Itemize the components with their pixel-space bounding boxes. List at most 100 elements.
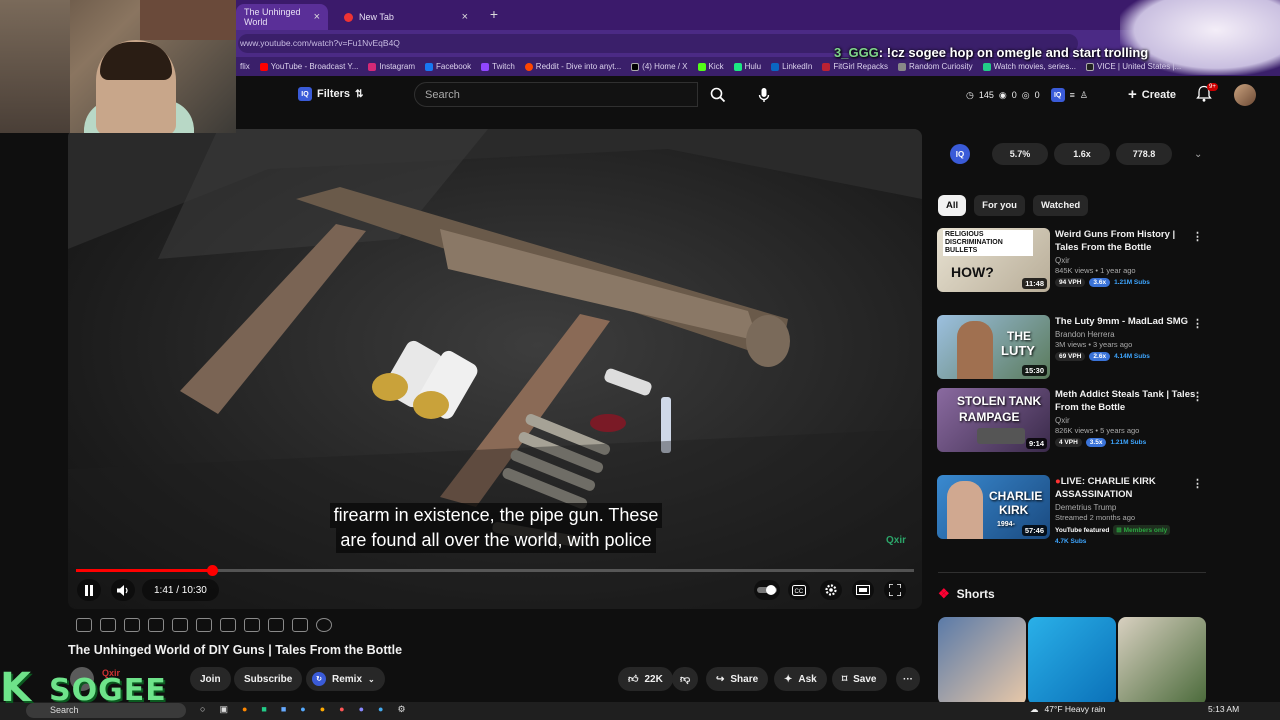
- bookmark-random-curiosity[interactable]: Random Curiosity: [898, 62, 973, 71]
- more-vert-icon[interactable]: ⋮: [1192, 317, 1203, 330]
- media-app-icon[interactable]: ●: [339, 704, 344, 715]
- create-button[interactable]: + Create: [1128, 86, 1176, 103]
- filters-button[interactable]: IQ Filters ⇅: [298, 87, 363, 101]
- bookmark-facebook[interactable]: Facebook: [424, 62, 471, 71]
- recommendation-channel[interactable]: Demetrius Trump: [1055, 503, 1197, 512]
- spreadsheet-app-icon[interactable]: ■: [261, 704, 266, 715]
- streamer-logo: K SOGEE: [0, 668, 167, 708]
- speed-icon[interactable]: [220, 618, 236, 632]
- audio-icon[interactable]: [100, 618, 116, 632]
- recommendation-title[interactable]: ●LIVE: CHARLIE KIRK ASSASSINATION: [1055, 475, 1197, 501]
- browser-app-icon[interactable]: ●: [242, 704, 247, 715]
- recommendation-item[interactable]: RELIGIOUS DISCRIMINATION BULLETS HOW? 11…: [937, 228, 1207, 292]
- bookmark-fitgirl[interactable]: FitGirl Repacks: [822, 62, 888, 71]
- windows-app-icon[interactable]: ▣: [219, 704, 228, 715]
- channel-watermark[interactable]: Qxir: [886, 535, 906, 546]
- ask-button[interactable]: ✦ Ask: [774, 667, 827, 691]
- bookmark-instagram[interactable]: Instagram: [368, 62, 415, 71]
- recommendation-channel[interactable]: Qxir: [1055, 256, 1197, 265]
- iq-logo-icon[interactable]: IQ: [950, 144, 970, 164]
- close-icon[interactable]: ×: [314, 11, 320, 23]
- pause-button[interactable]: [77, 579, 101, 601]
- recommendation-item[interactable]: THE LUTY 15:30 The Luty 9mm - MadLad SMG…: [937, 315, 1207, 379]
- trophy-icon[interactable]: ♙: [1080, 90, 1088, 101]
- bookmark-kick[interactable]: Kick: [697, 62, 724, 71]
- more-vert-icon[interactable]: ⋮: [1192, 477, 1203, 490]
- layout-icon[interactable]: [244, 618, 260, 632]
- recommendation-item[interactable]: CHARLIE KIRK 1994- 57:46 ●LIVE: CHARLIE …: [937, 475, 1207, 555]
- subscribe-button[interactable]: Subscribe: [234, 667, 303, 691]
- short-thumbnail[interactable]: [1028, 617, 1116, 705]
- short-thumbnail[interactable]: [1118, 617, 1206, 705]
- new-tab-plus-icon[interactable]: +: [486, 6, 502, 22]
- more-vert-icon[interactable]: ⋮: [1192, 230, 1203, 243]
- recommendation-channel[interactable]: Brandon Herrera: [1055, 330, 1197, 339]
- video-thumbnail[interactable]: THE LUTY 15:30: [937, 315, 1050, 379]
- progress-bar[interactable]: [76, 569, 914, 572]
- crop-icon[interactable]: [292, 618, 308, 632]
- calendar-icon[interactable]: [148, 618, 164, 632]
- settings-app-icon[interactable]: ⚙: [397, 704, 405, 715]
- theater-icon[interactable]: [196, 618, 212, 632]
- chip-watched[interactable]: Watched: [1032, 195, 1089, 216]
- more-vert-icon[interactable]: ⋮: [1192, 390, 1203, 403]
- close-icon[interactable]: ×: [462, 11, 468, 23]
- recommendation-channel[interactable]: Qxir: [1055, 416, 1197, 425]
- loop-icon[interactable]: [76, 618, 92, 632]
- video-thumbnail[interactable]: STOLEN TANK RAMPAGE 9:14: [937, 388, 1050, 452]
- mail-app-icon[interactable]: ●: [300, 704, 305, 715]
- folder-app-icon[interactable]: ■: [281, 704, 286, 715]
- taskbar-clock[interactable]: 5:13 AM: [1208, 704, 1239, 714]
- settings-button[interactable]: [820, 580, 842, 600]
- chip-for-you[interactable]: For you: [974, 195, 1025, 216]
- share-button[interactable]: ↪ Share: [706, 667, 769, 691]
- video-thumbnail[interactable]: RELIGIOUS DISCRIMINATION BULLETS HOW? 11…: [937, 228, 1050, 292]
- picture-in-picture-icon[interactable]: [172, 618, 188, 632]
- bookmark-twitch[interactable]: Twitch: [481, 62, 515, 71]
- tab-new-tab[interactable]: New Tab ×: [336, 4, 476, 30]
- bookmark-reddit[interactable]: Reddit - Dive into anyt...: [524, 62, 621, 71]
- bookmark-linkedin[interactable]: LinkedIn: [771, 62, 812, 71]
- equalizer-icon[interactable]: [124, 618, 140, 632]
- extension-stats[interactable]: ◷ 145 ◉ 0 ◎ 0 IQ ≡ ♙: [966, 88, 1088, 102]
- chevron-down-icon[interactable]: ⌄: [1194, 149, 1202, 160]
- volume-button[interactable]: [111, 579, 135, 601]
- list-icon[interactable]: ≡: [1070, 90, 1075, 100]
- discord-app-icon[interactable]: ●: [359, 704, 364, 715]
- progress-scrubber[interactable]: [207, 565, 218, 576]
- bookmark-youtube[interactable]: YouTube - Broadcast Y...: [259, 62, 358, 71]
- more-actions-button[interactable]: ···: [896, 667, 920, 691]
- search-button[interactable]: [698, 82, 738, 107]
- settings-icon[interactable]: [316, 618, 332, 632]
- save-button[interactable]: ⌑ Save: [832, 667, 887, 691]
- short-thumbnail[interactable]: [938, 617, 1026, 705]
- autoplay-toggle[interactable]: [754, 580, 780, 600]
- taskbar-weather[interactable]: ☁ 47°F Heavy rain: [1030, 704, 1106, 715]
- theater-mode-button[interactable]: [852, 580, 874, 600]
- bookmark-watch-movies[interactable]: Watch movies, series...: [982, 62, 1076, 71]
- bookmark-truncated[interactable]: flix: [240, 62, 250, 71]
- recommendation-title[interactable]: The Luty 9mm - MadLad SMG: [1055, 315, 1197, 328]
- recommendation-title[interactable]: Meth Addict Steals Tank | Tales From the…: [1055, 388, 1197, 414]
- fullscreen-button[interactable]: [884, 580, 906, 600]
- user-avatar[interactable]: [1234, 84, 1256, 106]
- subtitles-button[interactable]: CC: [788, 580, 810, 600]
- bookmark-x[interactable]: (4) Home / X: [631, 62, 688, 71]
- tab-unhinged-world[interactable]: The Unhinged World ×: [236, 4, 328, 30]
- video-thumbnail[interactable]: CHARLIE KIRK 1994- 57:46: [937, 475, 1050, 539]
- camera-icon[interactable]: [268, 618, 284, 632]
- steam-app-icon[interactable]: ●: [378, 704, 383, 715]
- recommendation-item[interactable]: STOLEN TANK RAMPAGE 9:14 Meth Addict Ste…: [937, 388, 1207, 452]
- join-button[interactable]: Join: [190, 667, 231, 691]
- chip-all[interactable]: All: [938, 195, 967, 216]
- recommendation-title[interactable]: Weird Guns From History | Tales From the…: [1055, 228, 1197, 254]
- dislike-button[interactable]: 👎︎: [672, 667, 699, 691]
- search-input[interactable]: Search: [414, 82, 698, 107]
- files-app-icon[interactable]: ●: [320, 704, 325, 715]
- task-view-icon[interactable]: ○: [200, 704, 205, 715]
- like-button[interactable]: 👍︎ 22K: [618, 667, 673, 691]
- voice-search-button[interactable]: [752, 82, 776, 107]
- remix-button[interactable]: ↻ Remix ⌄: [306, 667, 385, 691]
- iq-icon[interactable]: IQ: [1050, 88, 1065, 102]
- bookmark-hulu[interactable]: Hulu: [733, 62, 761, 71]
